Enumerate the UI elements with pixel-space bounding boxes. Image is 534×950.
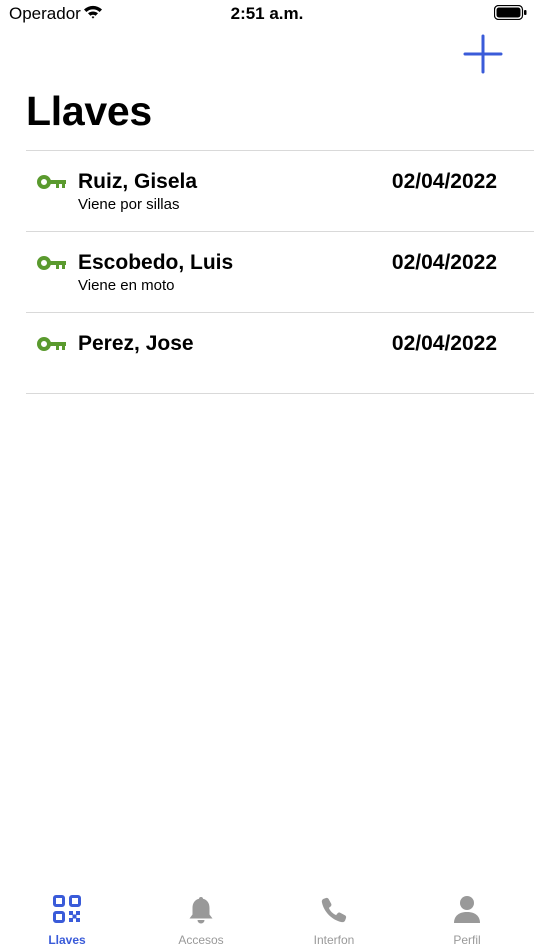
key-date: 02/04/2022 (391, 251, 497, 274)
key-note: Viene en moto (78, 277, 175, 294)
bell-icon (186, 895, 216, 930)
key-name: Perez, Jose (78, 332, 194, 355)
tab-llaves[interactable]: Llaves (0, 882, 134, 950)
key-name: Ruiz, Gisela (78, 170, 198, 193)
key-icon (37, 256, 67, 275)
keys-list: Ruiz, Gisela Viene por sillas 02/04/2022… (26, 150, 534, 394)
tab-interfon[interactable]: Interfon (267, 882, 401, 950)
key-row[interactable]: Ruiz, Gisela Viene por sillas 02/04/2022 (26, 151, 534, 232)
key-date: 02/04/2022 (391, 332, 497, 355)
status-time: 2:51 a.m. (230, 4, 304, 23)
tab-bar: Llaves Accesos Interfon Perfil (0, 882, 534, 950)
key-row[interactable]: Escobedo, Luis Viene en moto 02/04/2022 (26, 232, 534, 313)
key-icon (37, 337, 67, 356)
key-name: Escobedo, Luis (78, 251, 234, 274)
key-date: 02/04/2022 (391, 170, 497, 193)
status-bar: Operador 2:51 a.m. (0, 0, 534, 30)
key-note: Viene por sillas (78, 196, 180, 213)
person-icon (453, 895, 481, 930)
tab-label: Llaves (48, 933, 86, 947)
tab-perfil[interactable]: Perfil (400, 882, 534, 950)
key-row[interactable]: Perez, Jose 02/04/2022 (26, 313, 534, 394)
key-icon (37, 175, 67, 194)
phone-icon (319, 895, 349, 930)
tab-label: Interfon (313, 933, 355, 947)
battery-icon (493, 4, 527, 25)
add-key-button[interactable] (463, 34, 503, 74)
plus-icon (463, 34, 503, 74)
tab-label: Accesos (178, 933, 224, 947)
tab-accesos[interactable]: Accesos (134, 882, 268, 950)
page-title: Llaves (26, 88, 152, 134)
tab-label: Perfil (453, 933, 481, 947)
qr-code-icon (53, 895, 81, 928)
